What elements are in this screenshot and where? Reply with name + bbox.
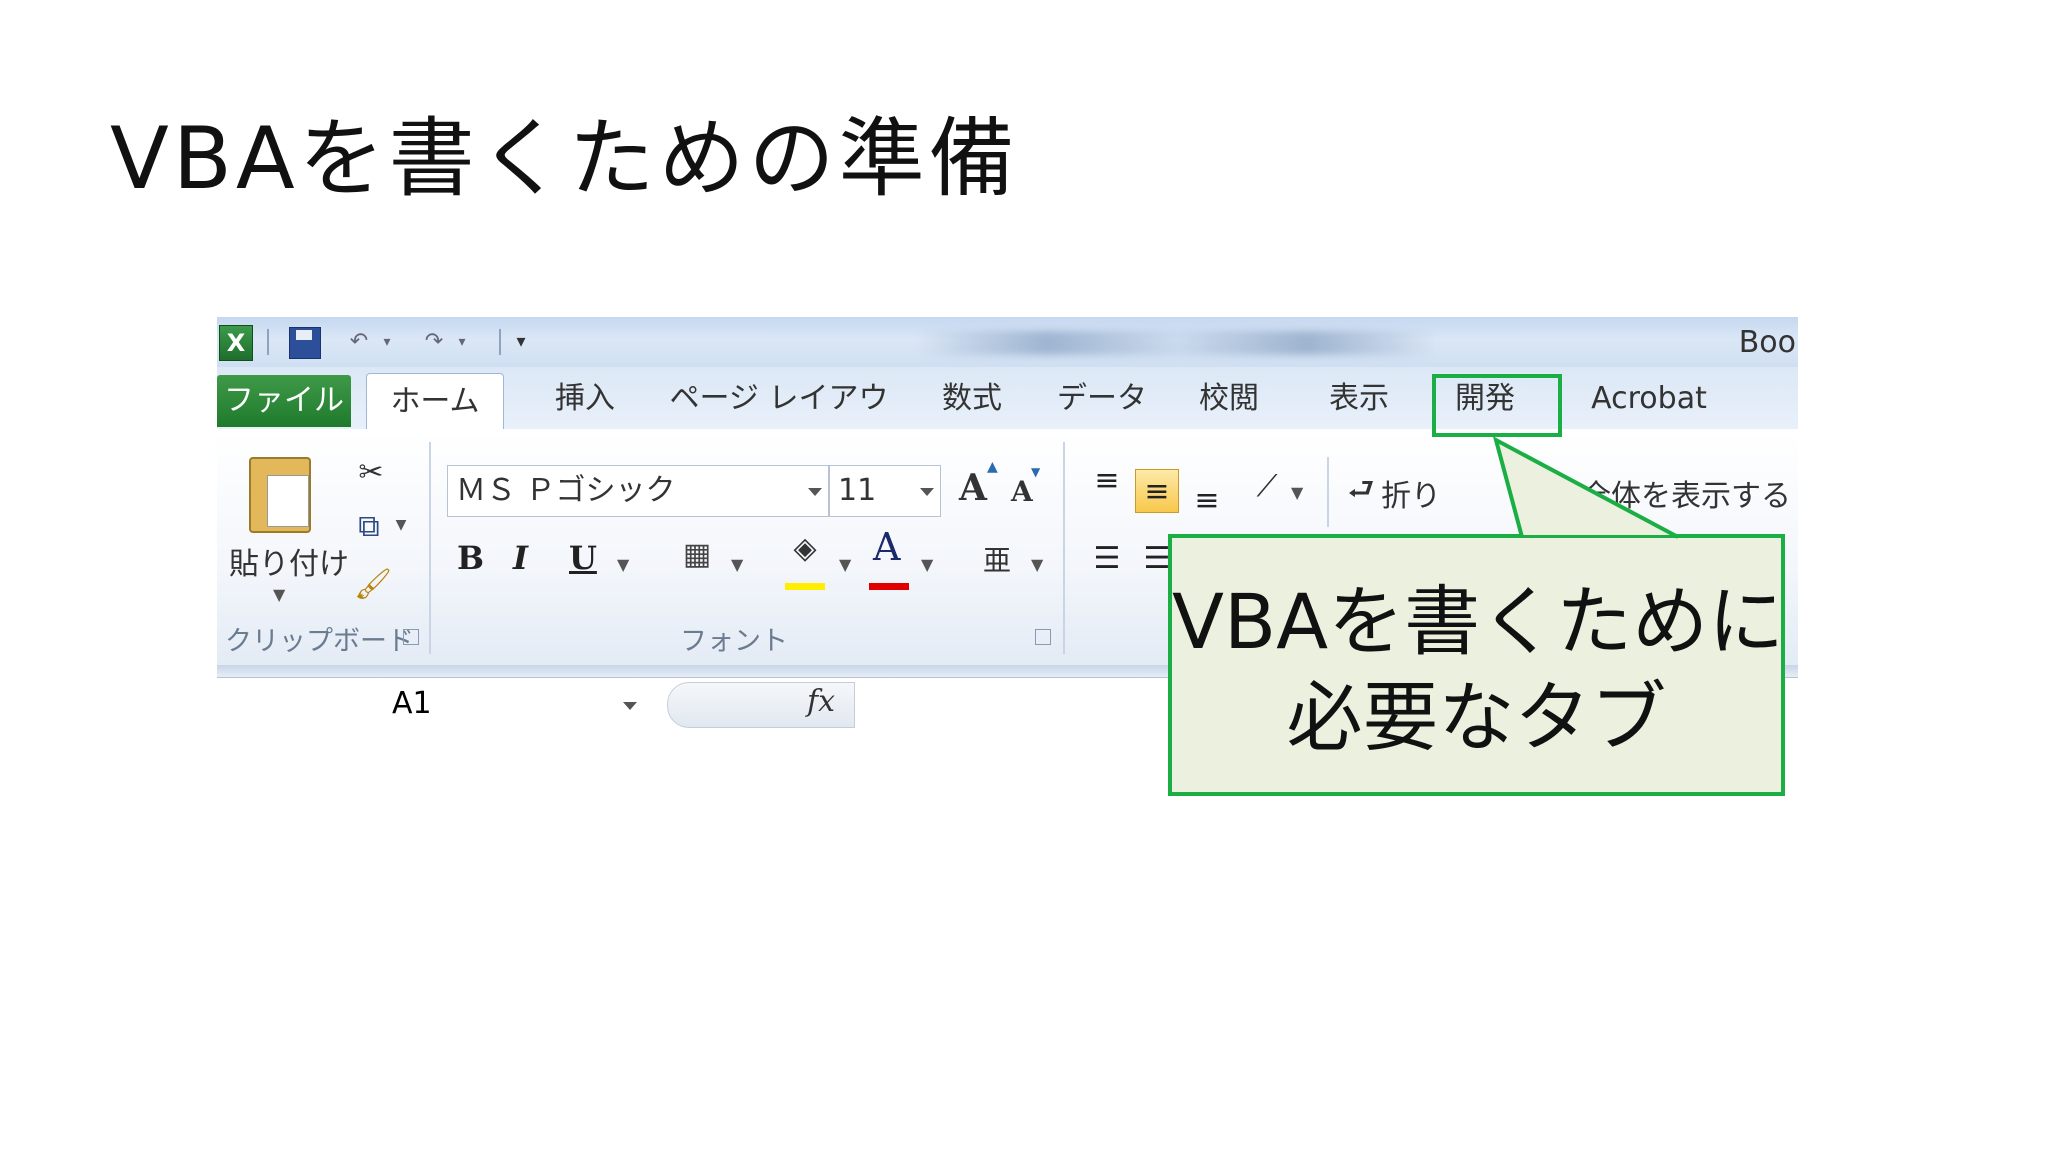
grow-arrow-icon: ▲	[987, 459, 998, 475]
fill-color-bar	[785, 583, 825, 590]
toolbar-separator	[267, 329, 269, 355]
group-separator	[1327, 457, 1329, 527]
underline-button[interactable]: U	[569, 539, 597, 577]
shrink-font-button[interactable]: A	[1011, 475, 1033, 508]
slide-title: VBAを書くための準備	[110, 109, 1019, 209]
borders-icon[interactable]: ▦	[677, 537, 717, 572]
copy-icon[interactable]: ⧉	[347, 509, 391, 544]
group-separator	[429, 442, 431, 654]
shrink-arrow-icon: ▼	[1031, 465, 1041, 479]
name-box-value: A1	[392, 686, 432, 721]
fill-color-dropdown-icon[interactable]: ▼	[839, 555, 851, 574]
workbook-title: Boo	[1738, 325, 1796, 360]
bold-button[interactable]: B	[457, 539, 484, 577]
wrap-text-icon[interactable]: ⮐	[1341, 467, 1381, 518]
insert-function-button[interactable]: fx	[807, 684, 835, 719]
copy-dropdown-icon[interactable]: ▼	[391, 517, 411, 533]
wrap-text-label[interactable]: 折り	[1381, 471, 1441, 515]
tab-insert[interactable]: 挿入	[535, 371, 635, 427]
group-label-font: フォント	[680, 626, 788, 657]
tab-data[interactable]: データ	[1047, 371, 1157, 427]
group-label-clipboard: クリップボード	[225, 626, 414, 657]
redo-dropdown-icon[interactable]: ▾	[452, 327, 472, 357]
font-size-value: 11	[838, 473, 877, 508]
tab-acrobat[interactable]: Acrobat	[1584, 371, 1714, 427]
excel-logo-icon: X	[219, 325, 253, 361]
phonetic-guide-button[interactable]: 亜	[983, 539, 1011, 579]
chevron-down-icon	[623, 702, 637, 710]
callout-line-1: VBAを書くために	[1172, 577, 1785, 666]
font-color-dropdown-icon[interactable]: ▼	[921, 555, 933, 574]
italic-button[interactable]: I	[513, 539, 528, 577]
align-left-icon[interactable]: ☰	[1085, 537, 1129, 581]
paste-dropdown-icon[interactable]: ▼	[273, 585, 285, 604]
align-middle-icon[interactable]: ≡	[1135, 469, 1179, 513]
name-box[interactable]: A1	[217, 678, 647, 729]
tab-file[interactable]: ファイル	[217, 375, 351, 427]
tab-page-layout[interactable]: ページ レイアウト	[669, 371, 889, 472]
fill-color-icon[interactable]: ◈	[785, 531, 825, 566]
font-color-button[interactable]: A	[873, 525, 900, 569]
align-top-icon[interactable]: ≡	[1085, 459, 1129, 503]
clipboard-launcher-icon[interactable]	[403, 629, 419, 645]
grow-font-button[interactable]: A	[959, 467, 987, 509]
font-name-select[interactable]: ＭＳ Ｐゴシック	[447, 465, 829, 517]
save-icon[interactable]	[289, 327, 321, 359]
borders-dropdown-icon[interactable]: ▼	[731, 555, 743, 574]
orientation-icon[interactable]: ⟋	[1247, 469, 1287, 504]
quick-access-toolbar: X ↶ ▾ ↷ ▾ ▾ Boo	[217, 317, 1798, 367]
redo-icon[interactable]: ↷	[417, 327, 451, 357]
chevron-down-icon	[920, 488, 934, 496]
underline-dropdown-icon[interactable]: ▼	[617, 555, 629, 574]
chevron-down-icon	[808, 488, 822, 496]
customize-qat-icon[interactable]: ▾	[509, 327, 533, 357]
merge-label[interactable]: 全体を表示する	[1581, 471, 1791, 515]
callout-box: VBAを書くために 必要なタブ	[1168, 534, 1785, 796]
callout-line-2: 必要なタブ	[1286, 673, 1667, 762]
undo-icon[interactable]: ↶	[342, 327, 376, 357]
align-bottom-icon[interactable]: ≡	[1185, 479, 1229, 523]
font-size-select[interactable]: 11	[829, 465, 941, 517]
toolbar-separator	[499, 329, 501, 355]
tab-review[interactable]: 校閲	[1184, 371, 1274, 427]
tab-view[interactable]: 表示	[1314, 371, 1404, 427]
orientation-dropdown-icon[interactable]: ▼	[1291, 483, 1303, 502]
group-separator	[1063, 442, 1065, 654]
font-launcher-icon[interactable]	[1035, 629, 1051, 645]
phonetic-dropdown-icon[interactable]: ▼	[1031, 555, 1043, 574]
font-color-bar	[869, 583, 909, 590]
format-painter-icon[interactable]: 🖌	[351, 567, 395, 602]
window-title-blur	[917, 331, 1437, 355]
undo-dropdown-icon[interactable]: ▾	[377, 327, 397, 357]
paste-button-label[interactable]: 貼り付け	[229, 539, 349, 583]
font-name-value: ＭＳ Ｐゴシック	[456, 473, 676, 508]
cut-icon[interactable]: ✂	[351, 455, 391, 490]
paste-icon[interactable]	[249, 457, 311, 533]
tab-home[interactable]: ホーム	[366, 373, 504, 432]
developer-tab-highlight	[1432, 374, 1562, 437]
tab-formulas[interactable]: 数式	[927, 371, 1017, 427]
